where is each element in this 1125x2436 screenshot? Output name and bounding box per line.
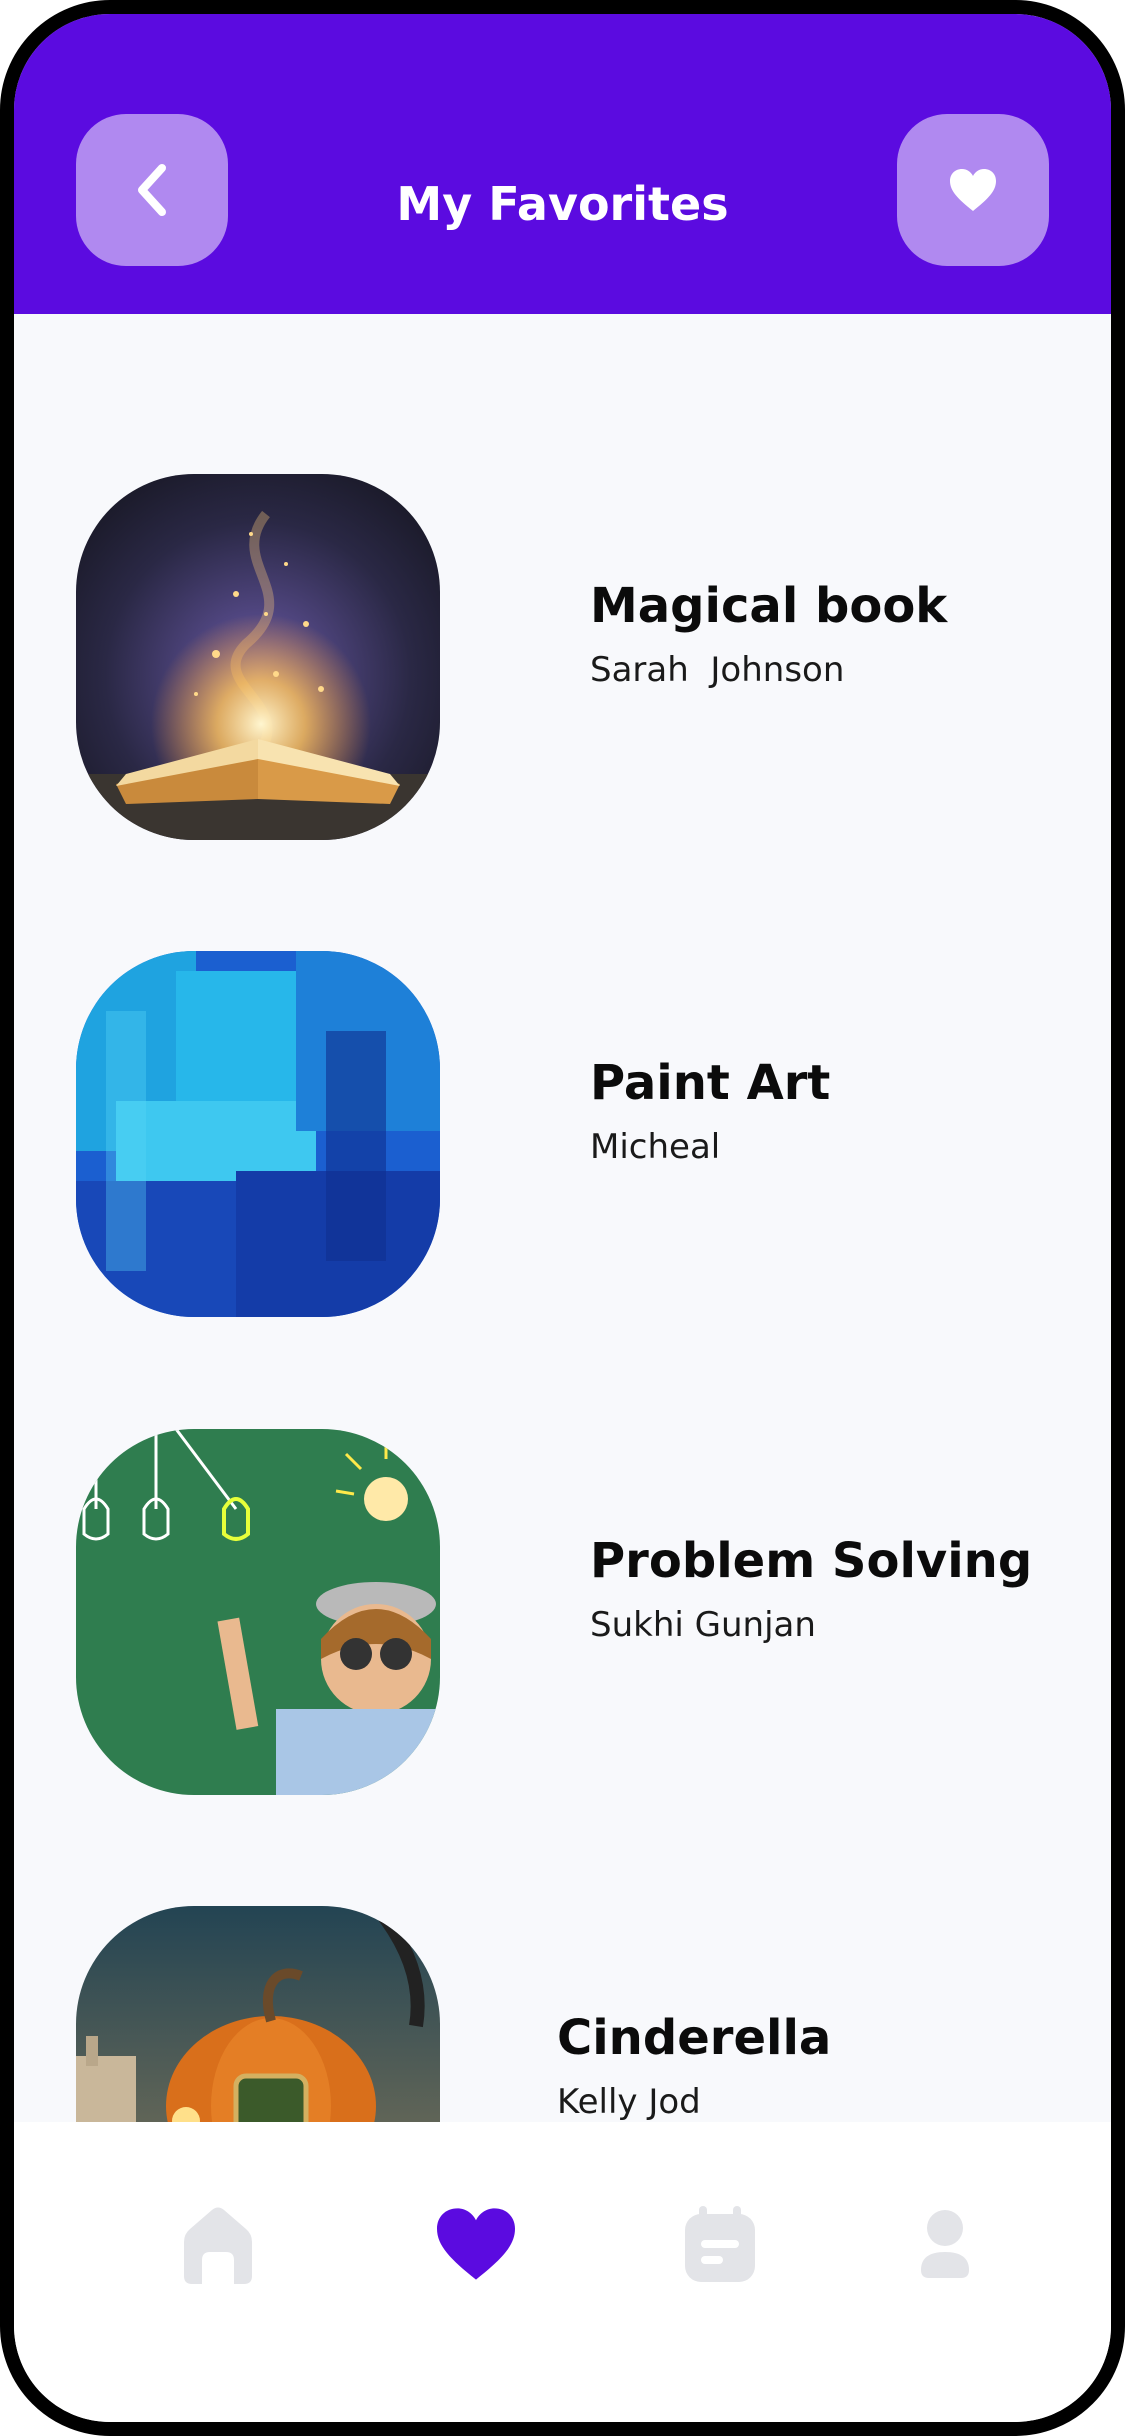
card-author: Sarah Johnson [590,650,845,690]
favorite-card[interactable]: Problem Solving Sukhi Gunjan [76,1429,1076,1795]
favorite-card[interactable]: Magical book Sarah Johnson [76,474,1076,840]
nav-favorites[interactable] [416,2184,536,2304]
calendar-icon [685,2206,755,2282]
card-author: Kelly Jod [557,2082,701,2122]
header-bar: My Favorites [14,14,1111,314]
favorite-card[interactable]: Paint Art Micheal [76,951,1076,1317]
card-title: Magical book [590,578,948,634]
favorite-card[interactable]: Cinderella Kelly Jod [76,1906,1076,2154]
heart-icon [437,2208,515,2280]
magical-book-image [76,474,440,840]
card-author: Sukhi Gunjan [590,1605,816,1645]
blue-paint-image [76,951,440,1317]
phone-frame: My Favorites Magical book Sarah Johnson … [0,0,1125,2436]
favorites-button[interactable] [897,114,1049,266]
bottom-navigation [14,2122,1111,2422]
lightbulb-kid-image [76,1429,440,1795]
nav-calendar[interactable] [660,2184,780,2304]
favorites-list: Magical book Sarah Johnson Paint Art Mic… [14,314,1111,2154]
nav-profile[interactable] [885,2184,1005,2304]
home-icon [184,2207,252,2284]
nav-home[interactable] [158,2184,278,2304]
profile-icon [921,2210,969,2278]
heart-icon [950,169,996,211]
card-title: Problem Solving [590,1533,1033,1589]
card-title: Cinderella [557,2010,832,2066]
card-author: Micheal [590,1127,721,1167]
pumpkin-carriage-image [76,1906,440,2154]
card-title: Paint Art [590,1055,831,1111]
